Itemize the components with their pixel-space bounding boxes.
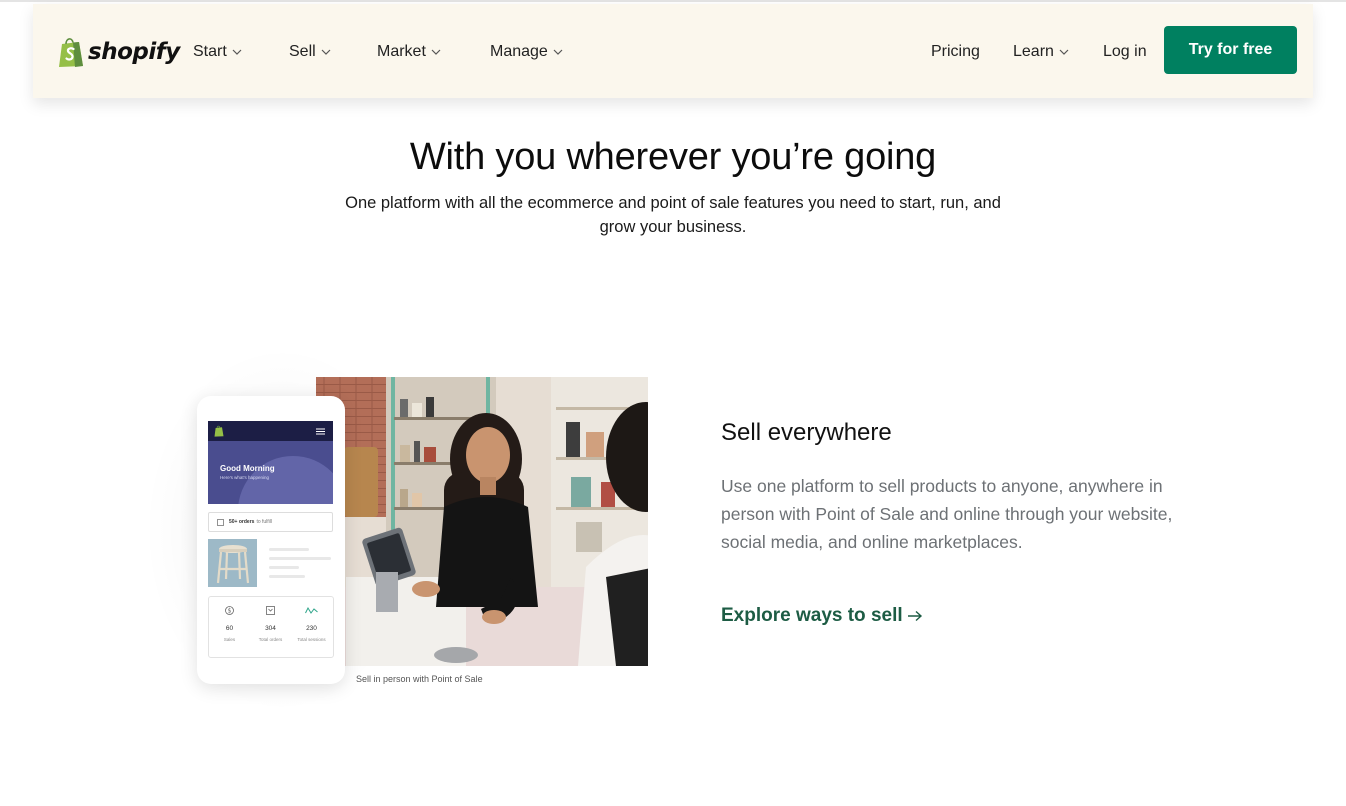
nav-item-pricing[interactable]: Pricing [931, 41, 980, 63]
nav-item-manage[interactable]: Manage [490, 41, 563, 63]
placeholder-line [269, 548, 309, 551]
nav-item-label: Market [377, 43, 426, 60]
dollar-icon: $ [225, 606, 234, 615]
chevron-down-icon [553, 49, 563, 55]
phone-app-topbar [208, 421, 333, 441]
photo-caption: Sell in person with Point of Sale [356, 674, 483, 684]
nav-item-label: Pricing [931, 43, 980, 60]
placeholder-line [269, 575, 305, 578]
stat-label: Total orders [258, 637, 283, 642]
orders-icon [266, 606, 275, 615]
nav-item-label: Log in [1103, 43, 1147, 60]
stat-label: Total sessions [297, 637, 326, 642]
phone-orders-suffix: to fulfill [256, 519, 272, 525]
chevron-down-icon [431, 49, 441, 55]
stat-value: 230 [306, 625, 317, 632]
phone-mockup: Good Morning Here's what's happening 50+… [197, 396, 345, 684]
placeholder-line [269, 557, 331, 560]
phone-stats-panel: $ 60 Sales 304 Total orders 230 Total se… [208, 596, 334, 658]
shopify-logo[interactable]: shopify [58, 35, 180, 69]
top-divider [0, 0, 1346, 2]
nav-item-label: Start [193, 43, 227, 60]
chevron-down-icon [232, 49, 242, 55]
nav-item-label: Manage [490, 43, 548, 60]
phone-greeting-sub: Here's what's happening [220, 475, 269, 480]
nav-item-learn[interactable]: Learn [1013, 41, 1069, 63]
hero-subtitle: One platform with all the ecommerce and … [345, 194, 1001, 236]
stool-product-image [208, 539, 257, 587]
feature-description: Use one platform to sell products to any… [721, 476, 1173, 552]
svg-text:$: $ [228, 608, 232, 615]
phone-app-header: Good Morning Here's what's happening [208, 421, 333, 504]
nav-item-login[interactable]: Log in [1103, 41, 1147, 63]
menu-icon [316, 428, 325, 435]
sessions-icon [305, 606, 318, 614]
explore-ways-to-sell-link[interactable]: Explore ways to sell [721, 605, 923, 627]
stat-value: 304 [265, 625, 276, 632]
phone-orders-count: 50+ orders [229, 519, 255, 525]
arrow-right-icon [907, 610, 922, 622]
phone-greeting: Good Morning [220, 464, 275, 473]
chevron-down-icon [1059, 49, 1069, 55]
nav-item-market[interactable]: Market [377, 41, 441, 63]
shopify-bag-icon [214, 425, 224, 437]
try-for-free-button[interactable]: Try for free [1164, 26, 1297, 74]
nav-item-label: Sell [289, 43, 316, 60]
hero-title: With you wherever you’re going [409, 136, 937, 178]
link-label: Explore ways to sell [721, 605, 903, 626]
feature-title: Sell everywhere [721, 419, 892, 446]
stat-label: Sales [223, 637, 236, 642]
nav-item-sell[interactable]: Sell [289, 41, 331, 63]
chevron-down-icon [321, 49, 331, 55]
nav-item-start[interactable]: Start [193, 41, 242, 63]
main-nav: shopify Start Sell Market Manage Pricing… [33, 4, 1313, 98]
logo-wordmark: shopify [88, 39, 180, 65]
phone-orders-row: 50+ orders to fulfill [208, 512, 333, 532]
shopify-bag-icon [59, 38, 83, 67]
stat-value: 60 [225, 625, 234, 632]
nav-item-label: Learn [1013, 43, 1054, 60]
placeholder-line [269, 566, 299, 569]
orders-icon [217, 518, 224, 526]
shop-scene-illustration [316, 377, 648, 666]
point-of-sale-photo [316, 377, 648, 666]
